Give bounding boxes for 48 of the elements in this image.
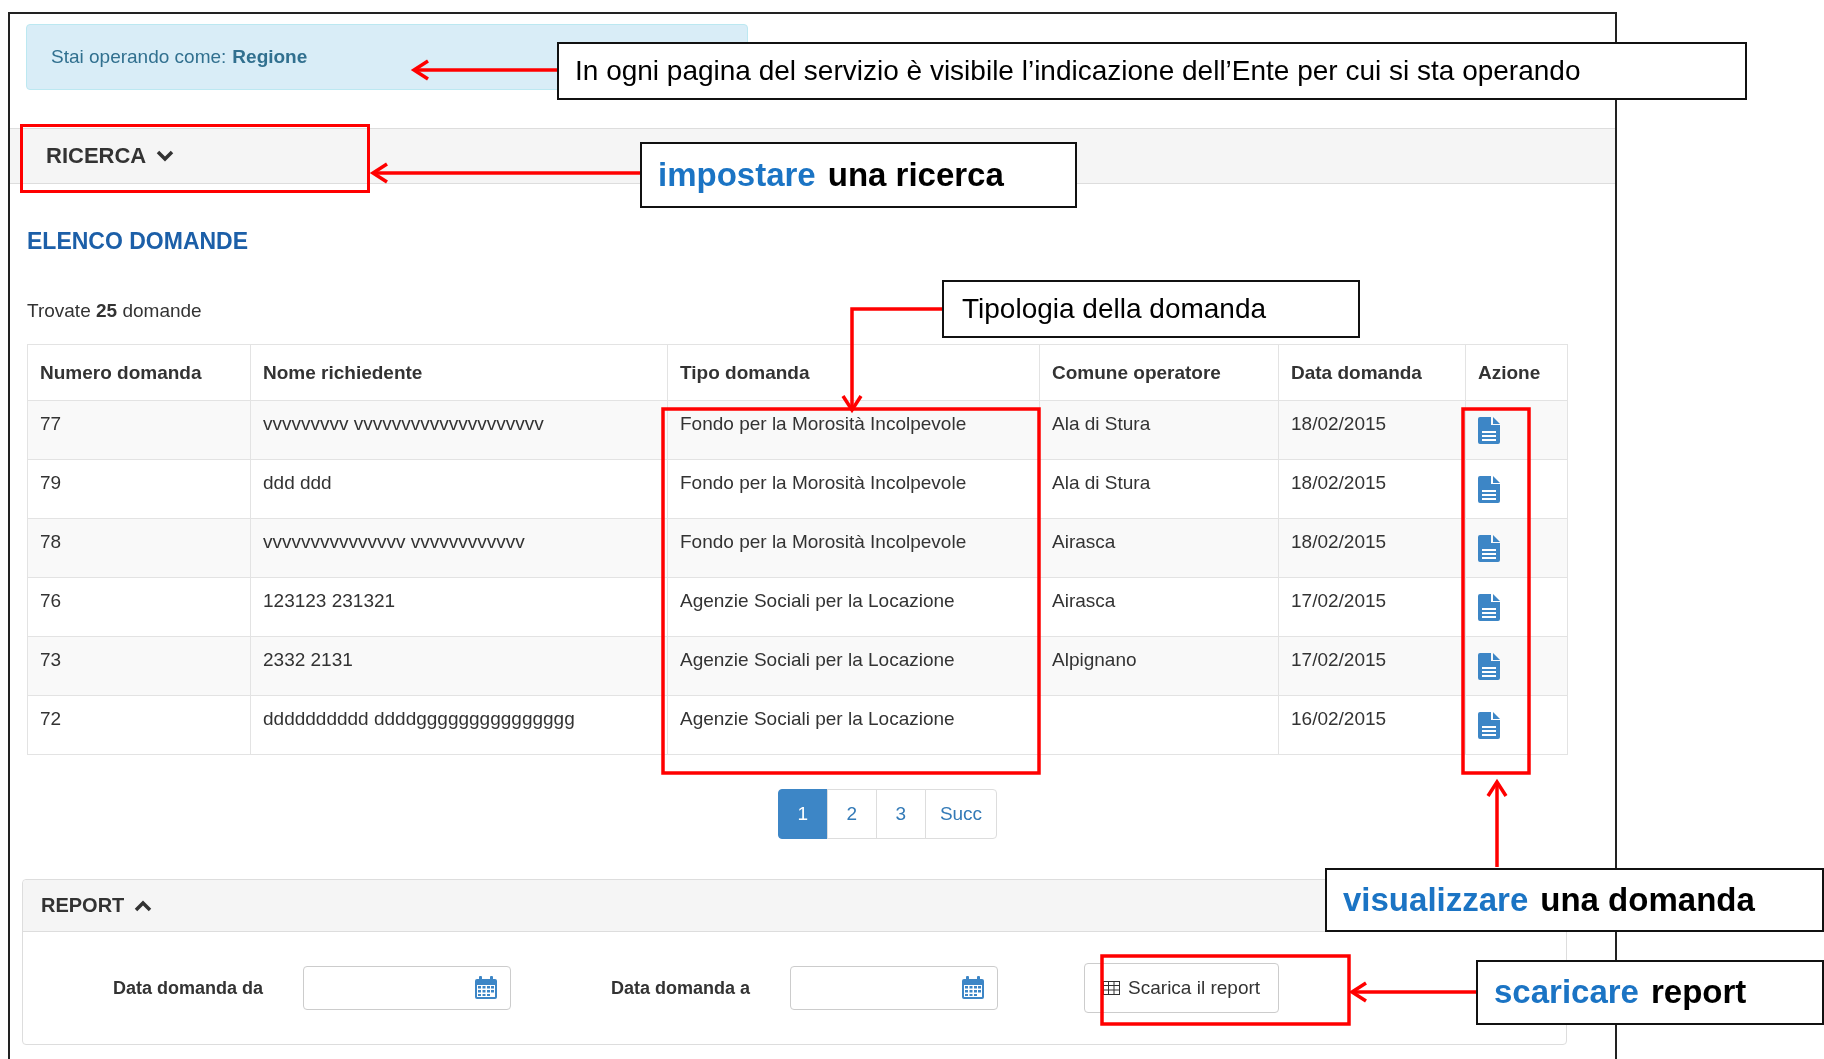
table-cell: ddd ddd: [263, 472, 332, 493]
table-cell: 17/02/2015: [1291, 590, 1387, 611]
table-cell: 79: [40, 472, 62, 493]
column-header: Azione: [1478, 361, 1541, 383]
table-cell: Agenzie Sociali per la Locazione: [680, 708, 955, 729]
table-cell: 18/02/2015: [1291, 413, 1387, 434]
table-cell: 73: [40, 649, 62, 670]
table-cell: Ala di Stura: [1052, 413, 1151, 434]
table-cell: 123123 231321: [263, 590, 396, 611]
table-cell: 72: [40, 708, 62, 729]
annotation-tooltip: impostare una ricerca: [640, 142, 1077, 208]
date-label: Data domanda a: [611, 977, 751, 999]
annotation-tooltip: Tipologia della domanda: [942, 280, 1360, 338]
panel-title: RICERCA: [46, 143, 147, 169]
column-header: Nome richiedente: [263, 361, 423, 383]
table-cell: Agenzie Sociali per la Locazione: [680, 649, 955, 670]
table-cell: Agenzie Sociali per la Locazione: [680, 590, 955, 611]
column-header: Tipo domanda: [680, 361, 810, 383]
table-cell: Alpignano: [1052, 649, 1137, 670]
table-cell: 78: [40, 531, 62, 552]
table-cell: Fondo per la Morosità Incolpevole: [680, 413, 967, 434]
table-cell: 2332 2131: [263, 649, 353, 670]
column-header: Data domanda: [1291, 361, 1422, 383]
table-cell: 76: [40, 590, 62, 611]
table-cell: 17/02/2015: [1291, 649, 1387, 670]
table-cell: Ala di Stura: [1052, 472, 1151, 493]
table-cell: vvvvvvvvvvvvvvv vvvvvvvvvvvv: [263, 531, 525, 552]
table-cell: dddddddddd ddddggggggggggggggg: [263, 708, 575, 729]
annotation-tooltip: In ogni pagina del servizio è visibile l’indicazione dell’Ente per cui si sta operando: [557, 42, 1747, 100]
annotation-tooltip: visualizzare una domanda: [1325, 868, 1824, 932]
column-header: Comune operatore: [1052, 361, 1221, 383]
operating-as-label: Stai operando come:: [51, 46, 227, 68]
table-cell: 77: [40, 413, 62, 434]
table-cell: 18/02/2015: [1291, 531, 1387, 552]
table-cell: Airasca: [1052, 531, 1116, 552]
date-label: Data domanda da: [113, 977, 264, 999]
entity-name: Regione: [232, 46, 308, 68]
table-cell: Fondo per la Morosità Incolpevole: [680, 531, 967, 552]
table-cell: 18/02/2015: [1291, 472, 1387, 493]
column-header: Numero domanda: [40, 361, 202, 383]
table-cell: Fondo per la Morosità Incolpevole: [680, 472, 967, 493]
results-count: Trovate 25 domande: [27, 300, 202, 322]
table-cell: 16/02/2015: [1291, 708, 1387, 729]
table-cell: vvvvvvvvv vvvvvvvvvvvvvvvvvvvv: [263, 413, 544, 434]
table-cell: Airasca: [1052, 590, 1116, 611]
panel-title: REPORT: [41, 894, 125, 917]
section-title: ELENCO DOMANDE: [27, 228, 250, 256]
annotation-tooltip: scaricare report: [1476, 960, 1824, 1025]
